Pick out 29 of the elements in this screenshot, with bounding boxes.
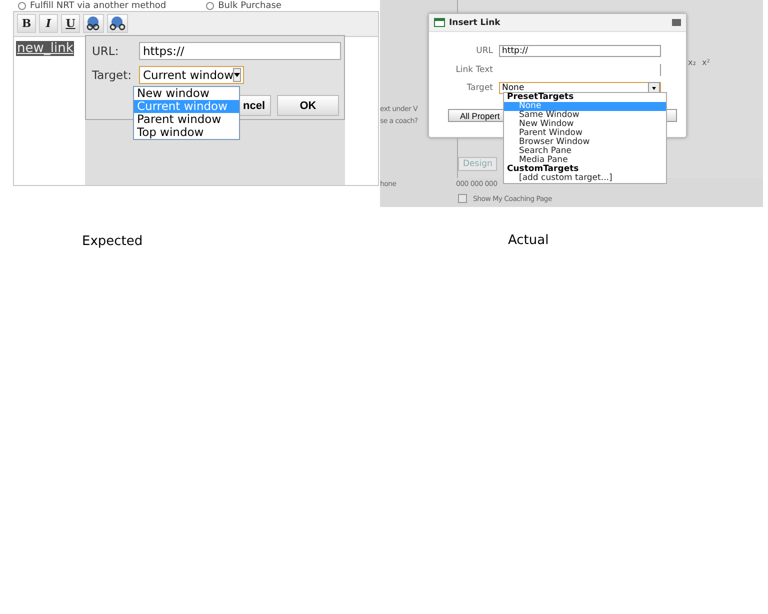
format-button[interactable]: B (17, 14, 36, 33)
toolbar-key[interactable]: x² (702, 58, 710, 67)
target-select[interactable]: Current window (139, 66, 244, 84)
url-field[interactable]: https:// (139, 42, 341, 60)
url-label: URL: (92, 44, 120, 58)
selected-link-text: new_link (16, 41, 74, 56)
link-globe-icon (85, 16, 102, 31)
radio-option[interactable]: Bulk Purchase (206, 0, 282, 11)
option-group-label: PresetTargets (506, 93, 575, 102)
radio-option[interactable]: Fulfill NRT via another method (18, 0, 166, 11)
remove-link-button[interactable] (107, 14, 128, 33)
option-group-label: CustomTargets (506, 165, 579, 174)
url-field[interactable]: http:// (499, 45, 661, 57)
url-label: URL (475, 46, 493, 56)
checkbox[interactable] (458, 194, 467, 203)
format-button[interactable]: U (61, 14, 80, 33)
window-icon (434, 18, 445, 27)
ok-button[interactable]: OK (277, 95, 339, 116)
link-text-label: Link Text (454, 65, 493, 75)
target-label: Target (466, 83, 493, 93)
dialog-title: Insert Link (449, 18, 500, 28)
caption: Expected (82, 234, 144, 249)
format-button[interactable]: I (39, 14, 58, 33)
insert-link-button[interactable] (83, 14, 104, 33)
caption: Actual (508, 233, 550, 248)
unlink-globe-icon (109, 16, 126, 31)
target-label: Target: (92, 68, 132, 82)
toolbar-key[interactable]: x₂ (688, 58, 696, 67)
caret-icon (233, 68, 242, 82)
